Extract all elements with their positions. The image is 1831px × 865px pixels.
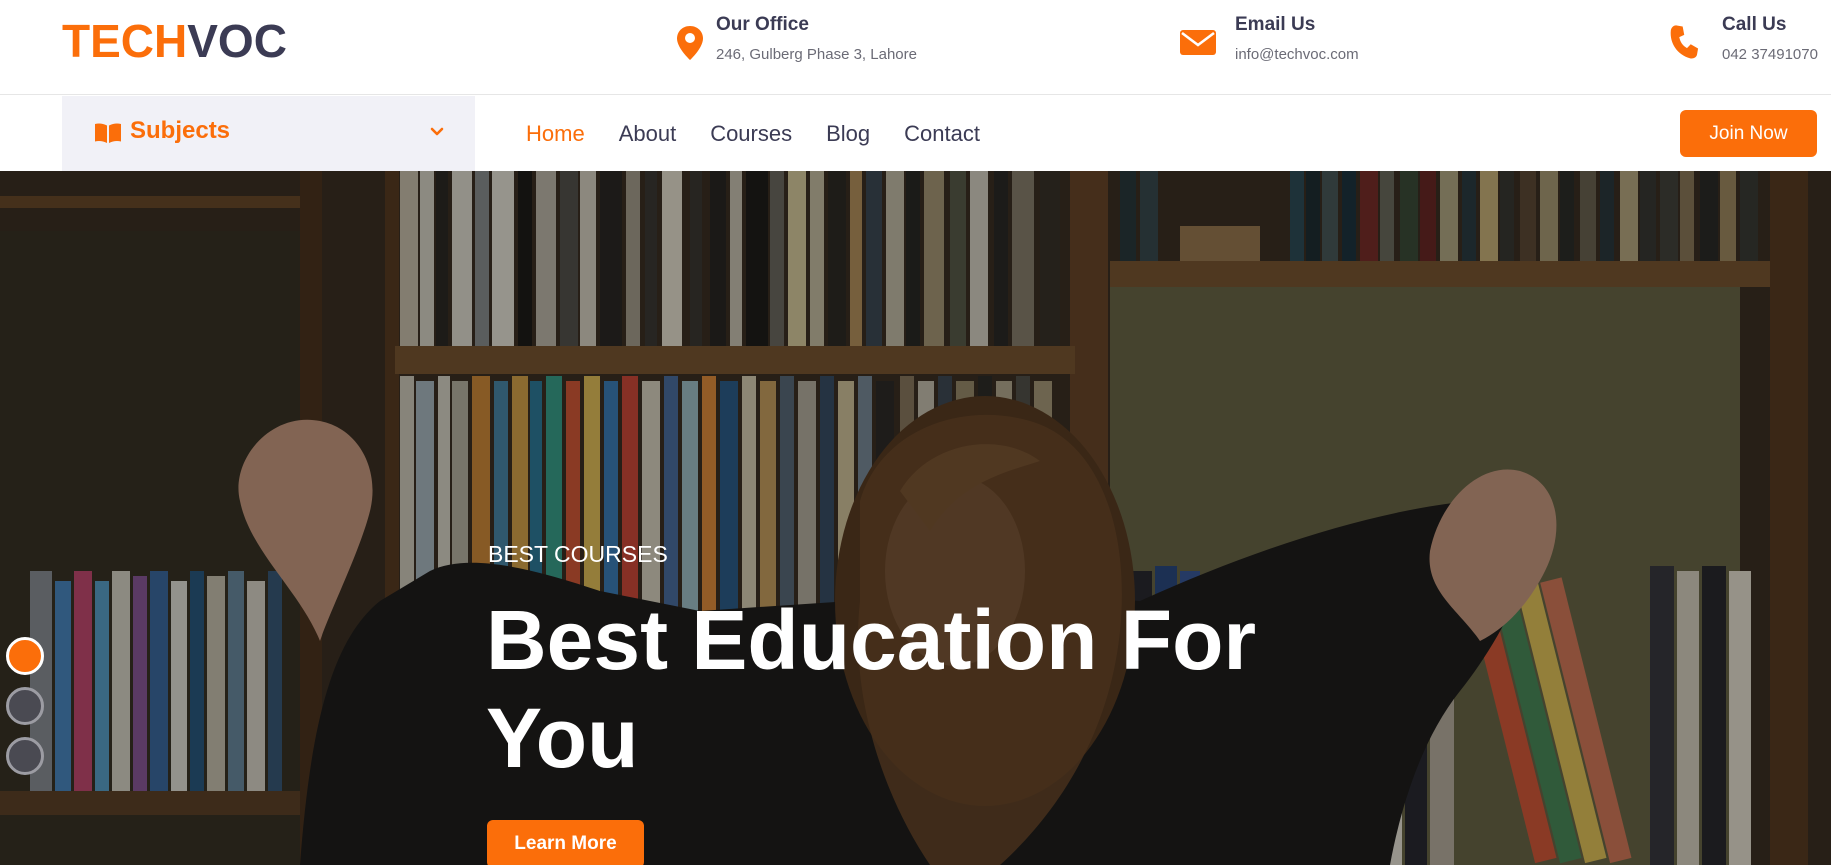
hero-slider: BEST COURSES Best Education For You Lear… [0, 171, 1831, 865]
slider-dot-2[interactable] [6, 687, 44, 725]
email-address[interactable]: info@techvoc.com [1235, 46, 1359, 63]
join-now-button[interactable]: Join Now [1680, 110, 1817, 157]
nav-contact[interactable]: Contact [904, 121, 980, 147]
primary-menu: Home About Courses Blog Contact [526, 96, 980, 171]
envelope-icon [1180, 30, 1216, 55]
subjects-dropdown[interactable]: Subjects [62, 96, 475, 171]
email-info: Email Us info@techvoc.com [1178, 12, 1408, 72]
office-title: Our Office [716, 14, 809, 35]
site-logo[interactable]: TECHVOC [62, 14, 287, 68]
phone-title: Call Us [1722, 14, 1787, 35]
hero-headline: Best Education For You [486, 593, 1257, 785]
learn-more-button[interactable]: Learn More [487, 820, 644, 865]
nav-about[interactable]: About [619, 121, 677, 147]
logo-part-voc: VOC [187, 15, 287, 67]
phone-info: Call Us 042 37491070 [1664, 12, 1824, 72]
nav-courses[interactable]: Courses [710, 121, 792, 147]
nav-blog[interactable]: Blog [826, 121, 870, 147]
slider-dot-3[interactable] [6, 737, 44, 775]
top-header: TECHVOC Our Office 246, Gulberg Phase 3,… [0, 0, 1831, 95]
nav-home[interactable]: Home [526, 121, 585, 147]
phone-number[interactable]: 042 37491070 [1722, 46, 1818, 63]
hero-kicker: BEST COURSES [488, 541, 668, 567]
map-marker-icon [677, 26, 703, 60]
subjects-label: Subjects [130, 117, 231, 144]
slider-dot-1[interactable] [6, 637, 44, 675]
main-navbar: Subjects Home About Courses Blog Contact… [0, 96, 1831, 171]
office-address: 246, Gulberg Phase 3, Lahore [716, 46, 917, 63]
office-info: Our Office 246, Gulberg Phase 3, Lahore [670, 12, 930, 72]
logo-part-tech: TECH [62, 15, 188, 67]
email-title: Email Us [1235, 14, 1316, 35]
book-icon [95, 123, 121, 143]
chevron-down-icon [430, 127, 444, 136]
phone-icon [1670, 25, 1699, 59]
